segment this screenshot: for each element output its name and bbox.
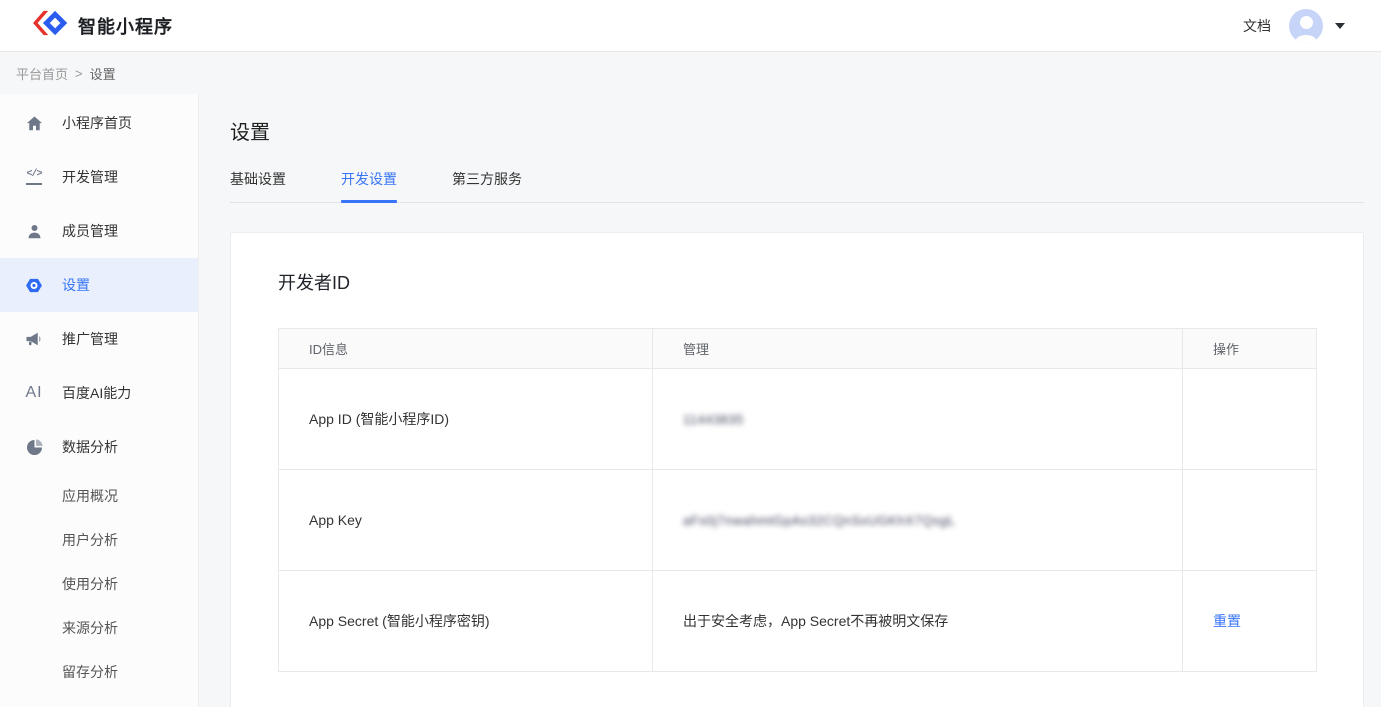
- sidebar-subitem-label: 留存分析: [62, 662, 118, 682]
- sidebar-subitem-user-analysis[interactable]: 用户分析: [0, 518, 198, 562]
- app-id-value: 11443835: [683, 412, 744, 427]
- reset-button[interactable]: 重置: [1213, 613, 1241, 629]
- sidebar-item-label: 小程序首页: [62, 113, 132, 133]
- tab-basic-settings[interactable]: 基础设置: [230, 169, 286, 202]
- sidebar-subitem-app-overview[interactable]: 应用概况: [0, 474, 198, 518]
- avatar[interactable]: [1289, 9, 1323, 43]
- docs-link[interactable]: 文档: [1243, 16, 1271, 36]
- page-title: 设置: [230, 116, 1364, 145]
- chevron-down-icon[interactable]: [1335, 23, 1345, 29]
- sidebar-item-label: 设置: [62, 275, 90, 295]
- member-icon: [24, 221, 44, 241]
- top-header: 智能小程序 文档: [0, 0, 1381, 52]
- brand-logo-icon: [30, 9, 68, 42]
- app-id-label: App ID (智能小程序ID): [279, 369, 653, 470]
- developer-id-card: 开发者ID ID信息 管理 操作 App ID (智能: [230, 232, 1364, 707]
- sidebar-item-home[interactable]: 小程序首页: [0, 96, 198, 150]
- table-row-app-key: App Key aFs0j7nwahmtGpAs32CQnSxUGKhX7Qsg…: [279, 470, 1317, 571]
- breadcrumb: 平台首页 > 设置: [0, 52, 1381, 94]
- column-header-id-info: ID信息: [279, 329, 653, 369]
- tab-third-party-services[interactable]: 第三方服务: [452, 169, 522, 202]
- main-content: 设置 基础设置 开发设置 第三方服务 开发者ID ID信息 管理 操: [199, 94, 1381, 707]
- app-secret-note: 出于安全考虑，App Secret不再被明文保存: [683, 613, 948, 629]
- avatar-person-icon: [1300, 16, 1313, 29]
- app-key-action-cell: [1183, 470, 1317, 571]
- code-icon: </>: [24, 167, 44, 187]
- table-row-app-secret: App Secret (智能小程序密钥) 出于安全考虑，App Secret不再…: [279, 571, 1317, 672]
- sidebar-item-dev-management[interactable]: </> 开发管理: [0, 150, 198, 204]
- sidebar: 小程序首页 </> 开发管理 成员管理: [0, 94, 199, 707]
- column-header-management: 管理: [653, 329, 1183, 369]
- app-id-action-cell: [1183, 369, 1317, 470]
- breadcrumb-home[interactable]: 平台首页: [16, 64, 68, 83]
- sidebar-item-label: 成员管理: [62, 221, 118, 241]
- sidebar-subitem-label: 使用分析: [62, 574, 118, 594]
- sidebar-subitem-source-analysis[interactable]: 来源分析: [0, 606, 198, 650]
- sidebar-subitem-label: 来源分析: [62, 618, 118, 638]
- app-secret-label: App Secret (智能小程序密钥): [279, 571, 653, 672]
- pie-chart-icon: [24, 437, 44, 457]
- sidebar-subitem-retention-analysis[interactable]: 留存分析: [0, 650, 198, 694]
- app-root: 智能小程序 文档 平台首页 > 设置 小程序首页: [0, 0, 1381, 707]
- sidebar-subitem-label: 用户分析: [62, 530, 118, 550]
- home-icon: [24, 113, 44, 133]
- tab-dev-settings[interactable]: 开发设置: [341, 169, 397, 202]
- table-header-row: ID信息 管理 操作: [279, 329, 1317, 369]
- table-row-app-id: App ID (智能小程序ID) 11443835: [279, 369, 1317, 470]
- card-title: 开发者ID: [278, 269, 1316, 295]
- developer-id-table: ID信息 管理 操作 App ID (智能小程序ID) 11443835 App: [278, 328, 1317, 672]
- sidebar-item-label: 百度AI能力: [62, 383, 131, 403]
- sidebar-item-label: 推广管理: [62, 329, 118, 349]
- megaphone-icon: [24, 329, 44, 349]
- sidebar-item-members[interactable]: 成员管理: [0, 204, 198, 258]
- app-key-value: aFs0j7nwahmtGpAs32CQnSxUGKhX7QsgL: [683, 513, 955, 528]
- sidebar-item-label: 开发管理: [62, 167, 118, 187]
- breadcrumb-separator: >: [75, 66, 83, 81]
- sidebar-subitem-label: 应用概况: [62, 486, 118, 506]
- sidebar-item-baidu-ai[interactable]: AI 百度AI能力: [0, 366, 198, 420]
- sidebar-item-data-analysis[interactable]: 数据分析: [0, 420, 198, 474]
- settings-icon: [24, 275, 44, 295]
- header-right: 文档: [1243, 9, 1345, 43]
- brand-name: 智能小程序: [78, 13, 173, 39]
- sidebar-item-label: 数据分析: [62, 437, 118, 457]
- ai-icon: AI: [24, 383, 44, 403]
- tab-bar: 基础设置 开发设置 第三方服务: [230, 169, 1364, 203]
- breadcrumb-current: 设置: [90, 64, 116, 83]
- sidebar-subitem-usage-analysis[interactable]: 使用分析: [0, 562, 198, 606]
- column-header-actions: 操作: [1183, 329, 1317, 369]
- app-key-label: App Key: [279, 470, 653, 571]
- sidebar-item-promotion[interactable]: 推广管理: [0, 312, 198, 366]
- brand[interactable]: 智能小程序: [30, 9, 173, 42]
- sidebar-item-settings[interactable]: 设置: [0, 258, 198, 312]
